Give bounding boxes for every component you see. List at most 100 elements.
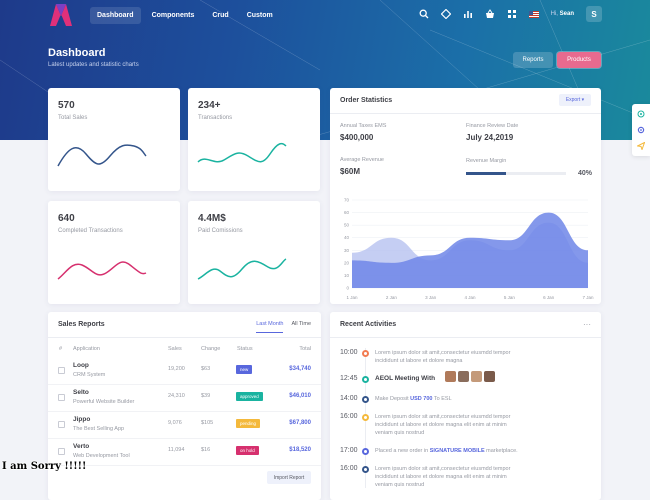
app-name: Loop [73, 362, 89, 369]
stat-card-completed-transactions: 640 Completed Transactions [48, 201, 180, 304]
gear-icon[interactable] [637, 126, 645, 134]
revenue-margin-value: 40% [578, 170, 593, 177]
app-logo[interactable] [48, 4, 74, 26]
x-tick-label: 6 Jan [543, 295, 555, 300]
app-name: Selto [73, 389, 89, 396]
y-tick-label: 0 [346, 286, 349, 291]
change-cell: $105 [201, 420, 214, 426]
sales-cell: 11,094 [168, 447, 185, 453]
x-tick-label: 5 Jan [504, 295, 516, 300]
finance-review-label: Finance Review Date [466, 123, 519, 129]
y-tick-label: 30 [344, 248, 350, 253]
status-badge: new [236, 365, 253, 374]
avg-revenue-value: $60M [340, 167, 361, 176]
timeline-dot [362, 466, 369, 473]
stat-card-paid-comissions: 4.4M$ Paid Comissions [188, 201, 320, 304]
sales-cell: 9,076 [168, 420, 182, 426]
table-row[interactable]: Loop CRM System 19,200 $63 new $34,740 [48, 358, 321, 385]
timeline-time: 12:45 [340, 375, 358, 382]
quick-tools-panel [632, 104, 650, 156]
products-button[interactable]: Products [557, 52, 601, 68]
app-description: Web Development Tool [73, 453, 130, 459]
export-dropdown-button[interactable]: Export ▾ [559, 94, 591, 106]
sales-reports-card: Sales Reports Last Month All Time # Appl… [48, 312, 321, 500]
stat-value: 640 [58, 213, 75, 224]
stat-value: 570 [58, 100, 75, 111]
stat-label: Transactions [198, 115, 233, 121]
revenue-margin-label: Revenue Margin [466, 158, 507, 164]
send-icon[interactable] [637, 142, 645, 150]
stat-value: 234+ [198, 100, 221, 111]
row-checkbox[interactable] [58, 421, 65, 428]
more-options-icon[interactable]: ··· [583, 320, 591, 329]
status-badge: pending [236, 419, 261, 428]
card-title: Order Statistics [340, 97, 393, 104]
app-description: Powerful Website Builder [73, 399, 135, 405]
bar-chart-icon[interactable] [463, 9, 473, 19]
nav-item-dashboard[interactable]: Dashboard [90, 7, 141, 24]
timeline-time: 14:00 [340, 395, 358, 402]
timeline-dot [362, 376, 369, 383]
finance-review-value: July 24,2019 [466, 133, 514, 142]
x-tick-label: 3 Jan [425, 295, 437, 300]
diamond-icon[interactable] [440, 9, 451, 19]
timeline-time: 16:00 [340, 465, 358, 472]
row-checkbox[interactable] [58, 367, 65, 374]
apps-icon[interactable] [507, 9, 517, 19]
chevron-down-icon: ▾ [581, 97, 585, 103]
overlay-caption: I am Sorry !!!!! [2, 461, 87, 472]
row-checkbox[interactable] [58, 448, 65, 455]
timeline-dot [362, 350, 369, 357]
column-header-application: Application [73, 346, 100, 352]
y-tick-label: 20 [344, 260, 350, 265]
timeline-dot [362, 414, 369, 421]
import-report-button[interactable]: Import Report [267, 471, 311, 484]
avatar[interactable] [471, 371, 482, 382]
y-tick-label: 10 [344, 273, 350, 278]
y-tick-label: 40 [344, 235, 350, 240]
nav-item-crud[interactable]: Crud [205, 7, 235, 24]
page-subtitle: Latest updates and statistic charts [48, 62, 139, 68]
table-row[interactable]: Selto Powerful Website Builder 24,310 $3… [48, 385, 321, 412]
avatar[interactable] [484, 371, 495, 382]
flag-icon[interactable] [528, 10, 539, 18]
x-tick-label: 4 Jan [464, 295, 476, 300]
nav-item-custom[interactable]: Custom [240, 7, 280, 24]
column-header-index: # [59, 346, 63, 352]
status-badge: approved [236, 392, 263, 401]
basket-icon[interactable] [485, 9, 495, 19]
timeline-text: Make Deposit USD 700 To ESL [375, 396, 452, 402]
change-cell: $16 [201, 447, 211, 453]
x-tick-label: 7 Jan [582, 295, 594, 300]
order-area-chart: 0 10 20 30 40 50 60 70 1 Jan 2 Jan 3 Jan 4 Jan 5 Jan… [344, 198, 594, 301]
total-cell: $46,010 [289, 393, 311, 399]
timeline-text: Lorem ipsum dolor sit amit,consectetur e… [375, 466, 511, 488]
tab-last-month[interactable]: Last Month [256, 321, 284, 333]
app-name: Jippo [73, 416, 91, 423]
change-cell: $63 [201, 366, 211, 372]
app-description: CRM System [73, 372, 106, 378]
user-greeting[interactable]: Hi, Sean [551, 11, 574, 17]
annual-taxes-value: $400,000 [340, 133, 374, 142]
status-badge: on hold [236, 446, 259, 455]
meeting-attendees [445, 371, 495, 382]
tab-all-time[interactable]: All Time [291, 321, 311, 333]
sparkline [197, 258, 287, 280]
avatar[interactable] [458, 371, 469, 382]
table-row[interactable]: Verto Web Development Tool 11,094 $16 on… [48, 439, 321, 466]
layers-icon[interactable] [637, 110, 645, 118]
annual-taxes-label: Annual Taxes EMS [340, 123, 387, 129]
table-row[interactable]: Jippo The Best Selling App 9,076 $105 pe… [48, 412, 321, 439]
avg-revenue-label: Average Revenue [340, 157, 384, 163]
app-description: The Best Selling App [73, 426, 125, 432]
row-checkbox[interactable] [58, 394, 65, 401]
search-icon[interactable] [419, 9, 429, 19]
avatar[interactable] [445, 371, 456, 382]
revenue-margin-fill [466, 172, 506, 175]
total-cell: $67,800 [289, 420, 311, 426]
nav-item-components[interactable]: Components [145, 7, 202, 24]
avatar[interactable]: S [586, 6, 602, 22]
divider [48, 337, 321, 338]
reports-button[interactable]: Reports [513, 52, 553, 68]
order-statistics-card: Order Statistics Export ▾ Annual Taxes E… [330, 88, 601, 304]
